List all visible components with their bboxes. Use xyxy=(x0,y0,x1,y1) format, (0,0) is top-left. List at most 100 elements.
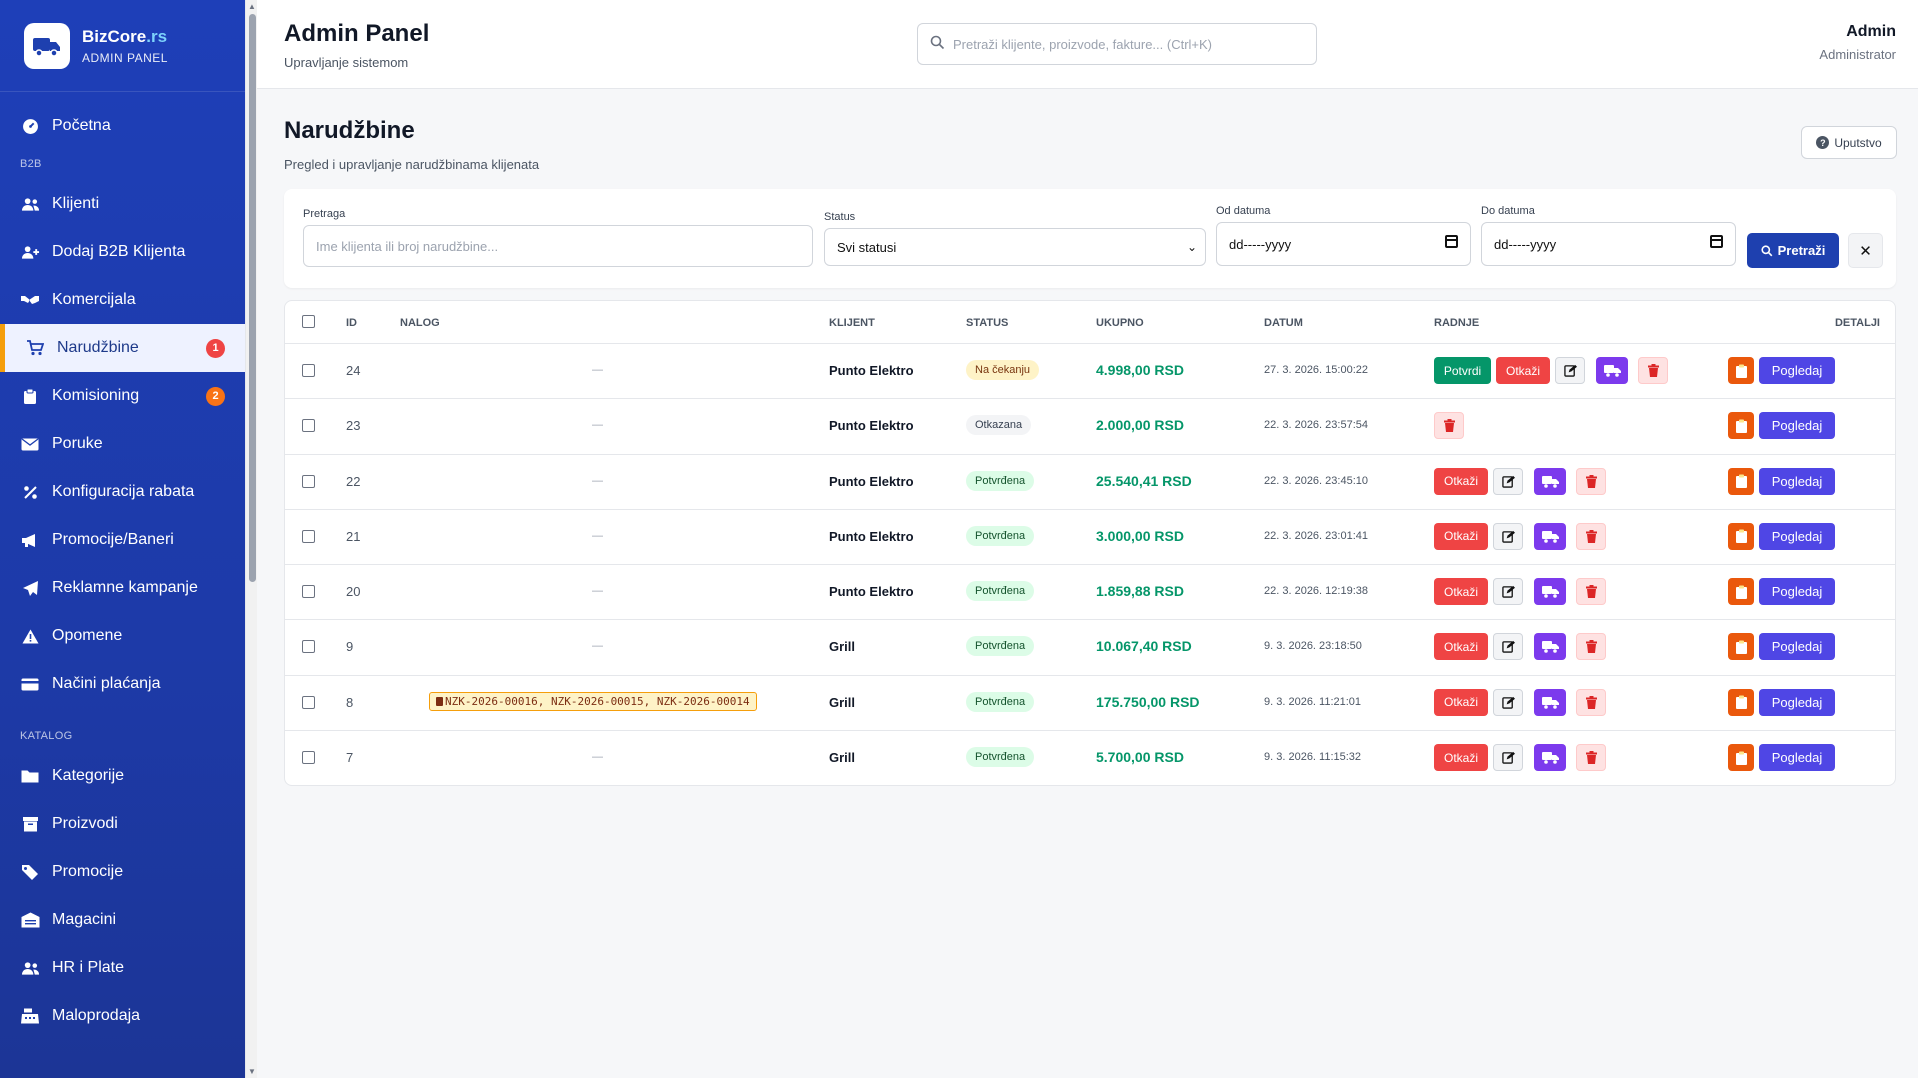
scroll-up-arrow[interactable]: ▲ xyxy=(248,2,256,11)
edit-icon[interactable] xyxy=(1493,633,1523,661)
to-date-input[interactable]: dd-----yyyy xyxy=(1481,222,1736,266)
status-select[interactable]: Svi statusi ⌄ xyxy=(824,228,1206,266)
calendar-icon[interactable] xyxy=(1710,235,1723,248)
sidebar-item-narudzbine[interactable]: Narudžbine 1 xyxy=(0,324,245,372)
truck-icon[interactable] xyxy=(1534,467,1566,495)
sidebar-item-opomene[interactable]: Opomene xyxy=(0,612,245,660)
order-total: 1.859,88 RSD xyxy=(1096,583,1184,600)
truck-icon[interactable] xyxy=(1534,688,1566,716)
sidebar-item-magacini[interactable]: Magacini xyxy=(0,896,245,944)
cancel-order-button[interactable]: Otkaži xyxy=(1434,522,1488,550)
help-button[interactable]: ? Uputstvo xyxy=(1801,126,1897,159)
confirm-button[interactable]: Potvrdi xyxy=(1434,357,1491,384)
from-date-label: Od datuma xyxy=(1216,205,1271,217)
cancel-order-button[interactable]: Otkaži xyxy=(1434,744,1488,772)
edit-icon[interactable] xyxy=(1493,688,1523,716)
clipboard-icon[interactable] xyxy=(1728,522,1754,550)
clipboard-icon[interactable] xyxy=(1728,633,1754,661)
edit-icon[interactable] xyxy=(1493,578,1523,606)
trash-icon[interactable] xyxy=(1434,412,1464,440)
count-badge: 1 xyxy=(206,338,225,358)
sidebar-item-dodaj-b2b-klijenta[interactable]: Dodaj B2B Klijenta xyxy=(0,228,245,276)
truck-icon[interactable] xyxy=(1596,357,1628,384)
clipboard-icon[interactable] xyxy=(1728,412,1754,440)
trash-icon[interactable] xyxy=(1576,467,1606,495)
sidebar-item-konfiguracija-rabata[interactable]: Konfiguracija rabata xyxy=(0,468,245,516)
view-order-button[interactable]: Pogledaj xyxy=(1759,744,1835,772)
search-icon xyxy=(930,35,945,53)
scrollbar-thumb[interactable] xyxy=(249,14,256,582)
cancel-order-button[interactable]: Otkaži xyxy=(1434,578,1488,606)
sidebar-item-hr-i-plate[interactable]: HR i Plate xyxy=(0,944,245,992)
sidebar-item-maloprodaja[interactable]: Maloprodaja xyxy=(0,992,245,1040)
row-checkbox[interactable] xyxy=(302,640,315,654)
select-all-checkbox[interactable] xyxy=(302,315,315,328)
truck-icon[interactable] xyxy=(1534,578,1566,606)
order-nalog-tag[interactable]: NZK-2026-00016, NZK-2026-00015, NZK-2026… xyxy=(429,691,757,711)
row-checkbox[interactable] xyxy=(302,695,315,709)
view-order-button[interactable]: Pogledaj xyxy=(1759,412,1835,440)
sidebar-item-pocetna[interactable]: Početna xyxy=(0,102,245,150)
order-date: 22. 3. 2026. 23:57:54 xyxy=(1264,419,1368,432)
cancel-order-button[interactable]: Otkaži xyxy=(1496,357,1550,384)
row-checkbox[interactable] xyxy=(302,364,315,377)
truck-icon[interactable] xyxy=(1534,744,1566,772)
view-order-button[interactable]: Pogledaj xyxy=(1759,578,1835,606)
view-order-button[interactable]: Pogledaj xyxy=(1759,688,1835,716)
calendar-icon[interactable] xyxy=(1445,235,1458,248)
order-search-input[interactable]: Ime klijenta ili broj narudžbine... xyxy=(303,225,813,267)
sidebar-item-promocije-baneri[interactable]: Promocije/Baneri xyxy=(0,516,245,564)
sidebar-item-proizvodi[interactable]: Proizvodi xyxy=(0,800,245,848)
trash-icon[interactable] xyxy=(1576,522,1606,550)
clipboard-icon[interactable] xyxy=(1728,744,1754,772)
edit-icon[interactable] xyxy=(1493,467,1523,495)
clear-filters-button[interactable]: ✕ xyxy=(1848,233,1883,268)
sidebar: BizCore.rs ADMIN PANEL Početna B2B Klijent… xyxy=(0,0,245,1078)
cancel-order-button[interactable]: Otkaži xyxy=(1434,688,1488,716)
clipboard-icon[interactable] xyxy=(1728,688,1754,716)
edit-icon[interactable] xyxy=(1493,522,1523,550)
trash-icon[interactable] xyxy=(1576,744,1606,772)
view-order-button[interactable]: Pogledaj xyxy=(1759,357,1835,384)
clipboard-icon[interactable] xyxy=(1728,357,1754,384)
row-checkbox[interactable] xyxy=(302,751,315,765)
sidebar-item-poruke[interactable]: Poruke xyxy=(0,420,245,468)
trash-icon[interactable] xyxy=(1576,688,1606,716)
sidebar-item-kategorije[interactable]: Kategorije xyxy=(0,752,245,800)
sidebar-item-promocije[interactable]: Promocije xyxy=(0,848,245,896)
search-button[interactable]: Pretraži xyxy=(1747,233,1839,268)
clipboard-icon[interactable] xyxy=(1728,467,1754,495)
row-checkbox[interactable] xyxy=(302,419,315,433)
view-order-button[interactable]: Pogledaj xyxy=(1759,467,1835,495)
row-checkbox[interactable] xyxy=(302,585,315,599)
row-checkbox[interactable] xyxy=(302,529,315,543)
sidebar-item-nacini-placanja[interactable]: Načini plaćanja xyxy=(0,660,245,708)
from-date-input[interactable]: dd-----yyyy xyxy=(1216,222,1471,266)
app-title: Admin Panel xyxy=(284,20,430,47)
truck-icon[interactable] xyxy=(1534,522,1566,550)
brand[interactable]: BizCore.rs ADMIN PANEL xyxy=(0,0,245,92)
page-header: Narudžbine Pregled i upravljanje narudžb… xyxy=(284,117,539,172)
trash-icon[interactable] xyxy=(1576,633,1606,661)
view-order-button[interactable]: Pogledaj xyxy=(1759,522,1835,550)
edit-icon[interactable] xyxy=(1555,357,1585,384)
cancel-order-button[interactable]: Otkaži xyxy=(1434,467,1488,495)
cancel-order-button[interactable]: Otkaži xyxy=(1434,633,1488,661)
global-search-input[interactable]: Pretraži klijente, proizvode, fakture...… xyxy=(917,23,1317,65)
row-checkbox[interactable] xyxy=(302,474,315,488)
view-order-button[interactable]: Pogledaj xyxy=(1759,633,1835,661)
bullhorn-icon xyxy=(20,530,40,550)
sidebar-item-klijenti[interactable]: Klijenti xyxy=(0,180,245,228)
trash-icon[interactable] xyxy=(1576,578,1606,606)
user-menu[interactable]: Admin Administrator xyxy=(1819,23,1896,62)
clipboard-icon[interactable] xyxy=(1728,578,1754,606)
scroll-down-arrow[interactable]: ▼ xyxy=(248,1067,256,1076)
truck-icon[interactable] xyxy=(1534,633,1566,661)
status-label: Status xyxy=(824,211,856,223)
trash-icon[interactable] xyxy=(1638,357,1668,384)
edit-icon[interactable] xyxy=(1493,744,1523,772)
sidebar-item-komisioning[interactable]: Komisioning 2 xyxy=(0,372,245,420)
sidebar-scrollbar[interactable]: ▲ ▼ xyxy=(245,0,257,1078)
sidebar-item-reklamne-kampanje[interactable]: Reklamne kampanje xyxy=(0,564,245,612)
sidebar-item-komercijala[interactable]: Komercijala xyxy=(0,276,245,324)
